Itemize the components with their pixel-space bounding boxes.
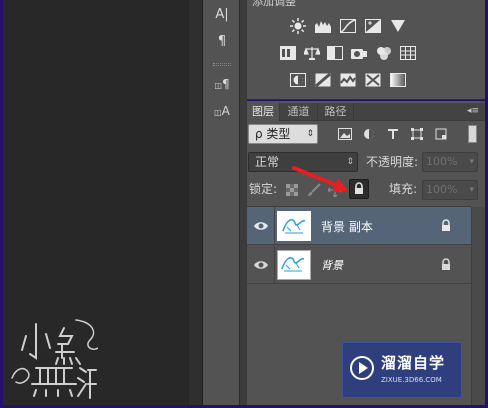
updown-icon: ⇕: [306, 129, 314, 139]
layer-lock-icon: [440, 258, 452, 271]
layers-tab-bar: 图层 通道 路径: [247, 103, 485, 121]
panel-menu-icon: ◂≡: [466, 106, 480, 116]
curves-icon[interactable]: [339, 19, 357, 33]
column-divider: [274, 246, 275, 284]
blend-mode-value: 正常: [255, 155, 280, 169]
opacity-value: 100%: [426, 155, 458, 168]
filter-kind-value: ρ 类型: [255, 127, 291, 141]
character-styles-button[interactable]: ◫A: [210, 100, 234, 122]
brightness-icon[interactable]: [289, 18, 307, 34]
levels-icon[interactable]: [314, 19, 332, 33]
invert-icon[interactable]: [289, 73, 307, 87]
layer-name[interactable]: 背景 副本: [321, 218, 373, 235]
adjustments-title: 添加调整: [252, 0, 296, 8]
exposure-icon[interactable]: [364, 19, 382, 33]
opacity-input[interactable]: 100% ▾: [422, 152, 478, 172]
channel-mixer-icon[interactable]: [375, 46, 393, 60]
layer-name[interactable]: 背景: [321, 257, 343, 273]
panel-grip[interactable]: [213, 63, 231, 66]
color-balance-icon[interactable]: [303, 46, 321, 60]
smart-object-filter-icon[interactable]: [432, 127, 450, 141]
visibility-eye-icon[interactable]: [253, 258, 269, 272]
gradient-map-icon[interactable]: [389, 73, 407, 87]
visibility-eye-icon[interactable]: [253, 219, 269, 233]
dropdown-arrow-icon: ▾: [469, 157, 474, 167]
character-panel-button[interactable]: A|: [210, 4, 234, 26]
tab-layers[interactable]: 图层: [247, 103, 280, 121]
tab-paths[interactable]: 路径: [318, 103, 354, 121]
dropdown-arrow-icon: ▾: [469, 185, 474, 195]
layer-lock-icon: [440, 219, 452, 232]
type-filter-icon[interactable]: [384, 127, 402, 141]
annotation-arrow: [292, 165, 356, 195]
opacity-label: 不透明度:: [366, 155, 419, 169]
panel-menu-button[interactable]: ◂≡: [462, 104, 484, 118]
layer-row-background-copy[interactable]: 背景 副本: [247, 207, 471, 245]
hue-saturation-icon[interactable]: [279, 46, 297, 60]
fill-label: 填充:: [389, 182, 418, 196]
filter-toggle-switch[interactable]: [468, 125, 477, 143]
tab-channels[interactable]: 通道: [280, 103, 318, 121]
watermark-title: 溜溜自学: [381, 354, 446, 372]
styles-icon: ◫: [214, 81, 222, 90]
posterize-icon[interactable]: [314, 73, 332, 87]
paragraph-panel-button[interactable]: ¶: [210, 31, 234, 53]
column-divider: [274, 207, 275, 245]
panel-gutter: [240, 0, 247, 405]
image-filter-icon[interactable]: [336, 127, 354, 141]
color-lookup-icon[interactable]: [399, 46, 417, 60]
canvas-edge: [188, 0, 203, 405]
paragraph-styles-button[interactable]: ◫¶: [210, 73, 234, 95]
fill-value: 100%: [426, 183, 458, 196]
layers-scrollbar[interactable]: [471, 207, 485, 405]
threshold-icon[interactable]: [339, 73, 357, 87]
photo-filter-icon[interactable]: [350, 46, 368, 60]
shape-filter-icon[interactable]: [408, 127, 426, 141]
site-watermark: 溜溜自学 ZIXUE.3D66.COM: [342, 342, 462, 398]
play-logo-icon: [349, 355, 375, 381]
selective-color-icon[interactable]: [364, 73, 382, 87]
signature-logo: [6, 318, 99, 404]
layer-row-background[interactable]: 背景: [247, 246, 471, 284]
black-white-icon[interactable]: [326, 46, 344, 60]
vibrance-icon[interactable]: [389, 19, 407, 33]
fill-input[interactable]: 100% ▾: [422, 180, 478, 200]
styles-icon: ◫: [214, 108, 222, 117]
filter-kind-select[interactable]: ρ 类型 ⇕: [248, 124, 318, 144]
adjustment-filter-icon[interactable]: [360, 127, 378, 141]
layer-thumbnail[interactable]: [277, 211, 311, 241]
watermark-url: ZIXUE.3D66.COM: [381, 376, 442, 384]
layer-thumbnail[interactable]: [277, 250, 311, 280]
panel-tool-strip: A| ¶ ◫¶ ◫A: [203, 0, 240, 405]
lock-label: 锁定:: [249, 182, 278, 196]
